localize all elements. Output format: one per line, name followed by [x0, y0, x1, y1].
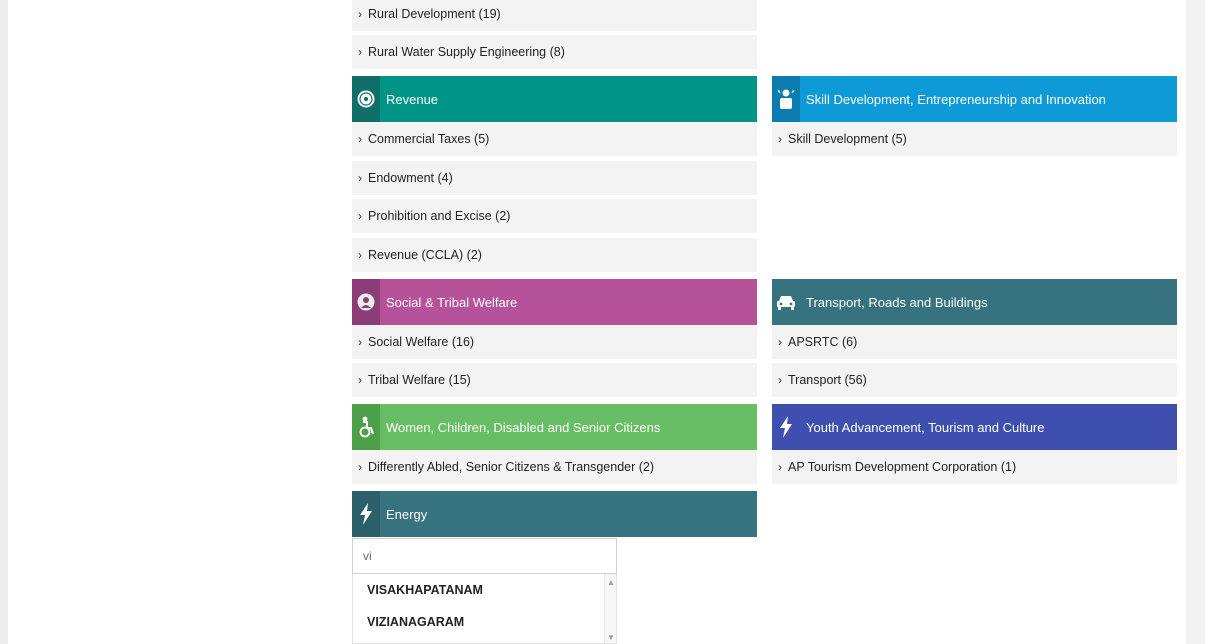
district-dropdown: VISAKHAPATANAM VIZIANAGARAM ▲ ▼: [352, 574, 617, 644]
chevron-right-icon: ›: [778, 335, 782, 349]
list-item-tribal-welfare[interactable]: › Tribal Welfare (15): [352, 363, 757, 397]
left-margin-strip: [0, 0, 8, 644]
list-item-ap-tourism[interactable]: › AP Tourism Development Corporation (1): [772, 450, 1177, 484]
list-item-social-welfare[interactable]: › Social Welfare (16): [352, 325, 757, 359]
section-header-social-tribal[interactable]: Social & Tribal Welfare: [352, 279, 757, 325]
right-column: Skill Development, Entrepreneurship and …: [772, 0, 1177, 644]
right-scroll-strip: [1186, 0, 1205, 644]
dropdown-scrollbar[interactable]: ▲ ▼: [604, 574, 616, 643]
section-title: Social & Tribal Welfare: [386, 294, 518, 310]
worker-icon: [772, 76, 800, 122]
lightning-icon: [772, 404, 800, 450]
dropdown-option[interactable]: VISAKHAPATANAM: [353, 574, 616, 606]
chevron-right-icon: ›: [358, 7, 362, 21]
list-item-revenue-ccla[interactable]: › Revenue (CCLA) (2): [352, 238, 757, 272]
section-title: Transport, Roads and Buildings: [806, 294, 988, 310]
wheelchair-icon: [352, 404, 380, 450]
chevron-right-icon: ›: [358, 132, 362, 146]
section-header-women-children[interactable]: Women, Children, Disabled and Senior Cit…: [352, 404, 757, 450]
section-header-energy[interactable]: Energy: [352, 491, 757, 537]
section-header-youth-tourism[interactable]: Youth Advancement, Tourism and Culture: [772, 404, 1177, 450]
lightning-icon: [352, 491, 380, 537]
list-item-prohibition-excise[interactable]: › Prohibition and Excise (2): [352, 199, 757, 233]
seal-icon: [352, 279, 380, 325]
chevron-right-icon: ›: [778, 373, 782, 387]
chevron-right-icon: ›: [358, 248, 362, 262]
list-item-transport[interactable]: › Transport (56): [772, 363, 1177, 397]
section-header-revenue[interactable]: Revenue: [352, 76, 757, 122]
section-title: Energy: [386, 506, 428, 522]
list-item-differently-abled[interactable]: › Differently Abled, Senior Citizens & T…: [352, 450, 757, 484]
list-item-commercial-taxes[interactable]: › Commercial Taxes (5): [352, 122, 757, 156]
chevron-right-icon: ›: [358, 45, 362, 59]
chevron-right-icon: ›: [358, 373, 362, 387]
chevron-right-icon: ›: [778, 132, 782, 146]
section-title: Revenue: [386, 91, 439, 107]
chevron-right-icon: ›: [358, 171, 362, 185]
scroll-down-icon[interactable]: ▼: [607, 633, 615, 642]
emblem-icon: [352, 76, 380, 122]
chevron-right-icon: ›: [778, 460, 782, 474]
car-icon: [772, 279, 800, 325]
list-item-rural-water-supply[interactable]: › Rural Water Supply Engineering (8): [352, 35, 757, 69]
list-item-endowment[interactable]: › Endowment (4): [352, 161, 757, 195]
scroll-up-icon[interactable]: ▲: [607, 578, 615, 587]
list-item-apsrtc[interactable]: › APSRTC (6): [772, 325, 1177, 359]
chevron-right-icon: ›: [358, 460, 362, 474]
list-item-skill-development[interactable]: › Skill Development (5): [772, 122, 1177, 156]
section-header-skill-development[interactable]: Skill Development, Entrepreneurship and …: [772, 76, 1177, 122]
dropdown-option[interactable]: VIZIANAGARAM: [353, 606, 616, 638]
chevron-right-icon: ›: [358, 335, 362, 349]
section-title: Youth Advancement, Tourism and Culture: [806, 419, 1045, 435]
section-title: Women, Children, Disabled and Senior Cit…: [386, 419, 661, 435]
chevron-right-icon: ›: [358, 209, 362, 223]
section-header-transport[interactable]: Transport, Roads and Buildings: [772, 279, 1177, 325]
district-search-input[interactable]: [352, 538, 617, 574]
section-title: Skill Development, Entrepreneurship and …: [806, 91, 1106, 107]
list-item-rural-development[interactable]: › Rural Development (19): [352, 0, 757, 31]
